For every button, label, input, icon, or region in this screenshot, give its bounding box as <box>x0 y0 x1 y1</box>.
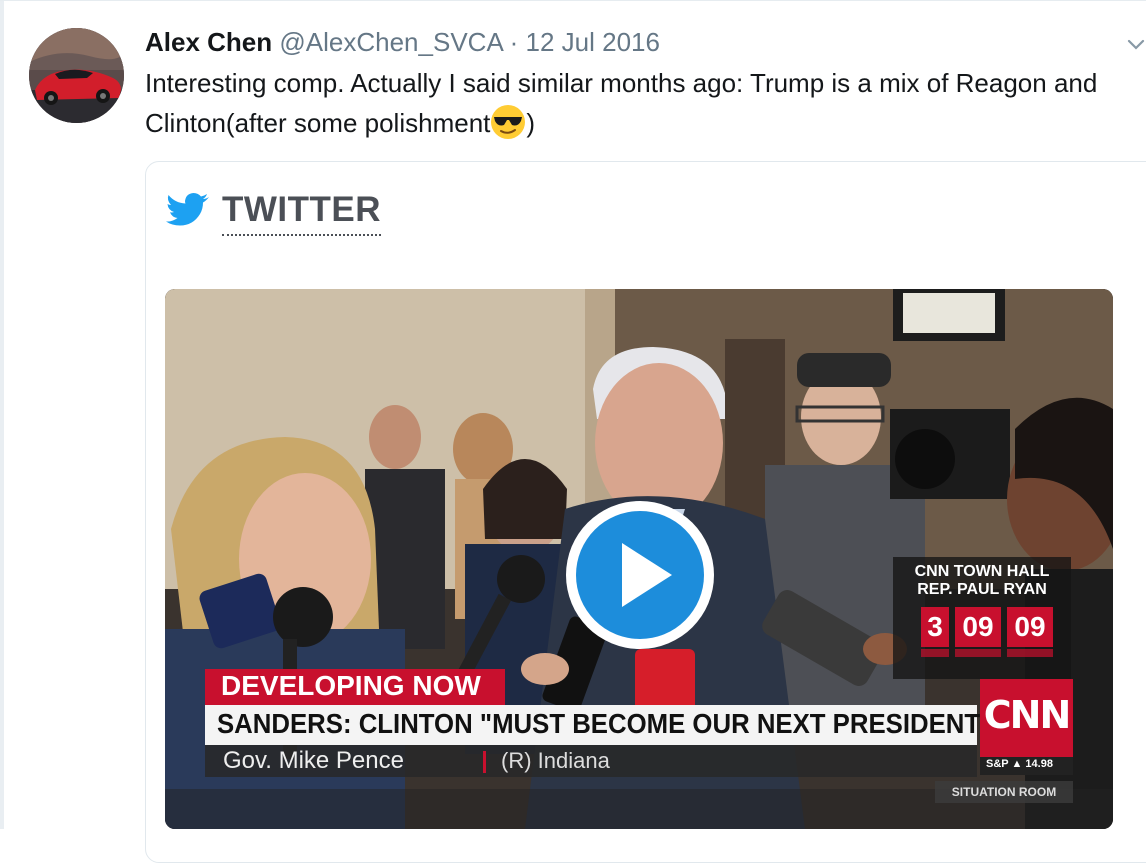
stock-ticker-text: S&P ▲ 14.98 <box>986 758 1053 770</box>
author-name[interactable]: Alex Chen <box>145 27 272 57</box>
countdown-hours: 3 <box>921 607 949 647</box>
headline-text: SANDERS: CLINTON "MUST BECOME OUR NEXT P… <box>217 708 993 739</box>
cnn-logo: CNN <box>980 679 1073 757</box>
countdown-underline <box>921 649 949 657</box>
cnn-logo-text: CNN <box>983 693 1072 737</box>
red-sports-car-avatar <box>29 28 124 123</box>
countdown-minutes: 09 <box>955 607 1001 647</box>
countdown-underline <box>955 649 1001 657</box>
header-separator: · <box>509 27 519 57</box>
timeline-border <box>0 1 4 829</box>
show-name-bug: SITUATION ROOM <box>935 781 1073 803</box>
speaker-separator <box>483 751 486 773</box>
show-name-text: SITUATION ROOM <box>951 785 1057 799</box>
countdown-underline <box>1007 649 1053 657</box>
town-hall-graphic: CNN TOWN HALL REP. PAUL RYAN 3 09 09 <box>893 557 1071 679</box>
tweet-text: Interesting comp. Actually I said simila… <box>145 63 1135 143</box>
headline-banner: SANDERS: CLINTON "MUST BECOME OUR NEXT P… <box>205 705 992 745</box>
town-hall-line1: CNN TOWN HALL <box>914 563 1050 580</box>
stock-ticker: S&P ▲ 14.98 <box>980 757 1073 775</box>
speaker-banner: Gov. Mike Pence (R) Indiana <box>205 745 977 777</box>
sunglasses-face-emoji <box>491 105 526 139</box>
video-player[interactable]: CNN TOWN HALL REP. PAUL RYAN 3 09 09 DEV… <box>165 289 1113 829</box>
chevron-down-icon[interactable] <box>1126 34 1146 54</box>
card-brand-label: TWITTER <box>222 190 382 236</box>
play-icon[interactable] <box>560 495 720 655</box>
avatar[interactable] <box>29 28 124 123</box>
countdown-seconds: 09 <box>1007 607 1053 647</box>
author-handle[interactable]: @AlexChen_SVCA <box>279 27 502 57</box>
tweet-header: Alex Chen @AlexChen_SVCA · 12 Jul 2016 <box>145 27 660 58</box>
tweet-text-main: Interesting comp. Actually I said simila… <box>145 68 1098 138</box>
speaker-state: (R) Indiana <box>501 748 610 773</box>
tweet: Alex Chen @AlexChen_SVCA · 12 Jul 2016 I… <box>0 0 1146 863</box>
twitter-bird-icon <box>166 193 209 226</box>
town-hall-line2: REP. PAUL RYAN <box>917 581 1047 598</box>
tweet-date[interactable]: 12 Jul 2016 <box>526 27 660 57</box>
developing-label: DEVELOPING NOW <box>221 670 481 701</box>
developing-banner: DEVELOPING NOW <box>205 669 505 705</box>
speaker-name: Gov. Mike Pence <box>223 747 404 774</box>
tweet-text-tail: ) <box>526 108 536 138</box>
